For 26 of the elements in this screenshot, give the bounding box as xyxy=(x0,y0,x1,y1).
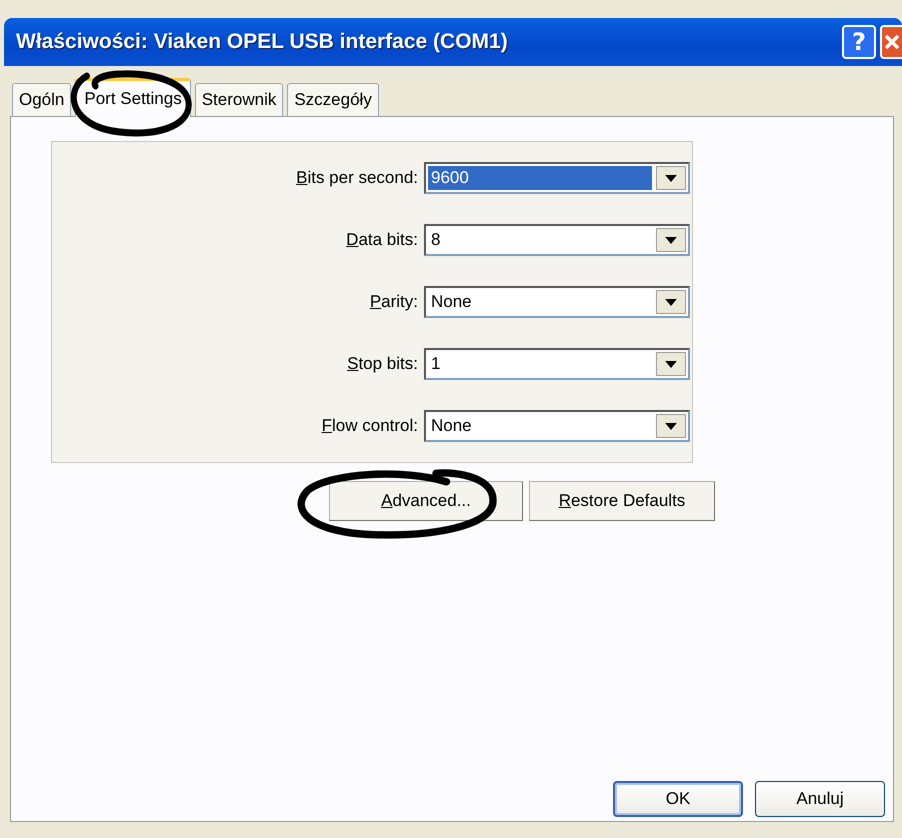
setting-label: Flow control: xyxy=(322,416,418,436)
dropdown-value: None xyxy=(430,415,473,437)
dialog-button[interactable]: Anuluj xyxy=(755,781,885,817)
help-button[interactable]: ? xyxy=(842,25,876,59)
dropdown-value: 9600 xyxy=(428,166,652,190)
setting-label: Data bits: xyxy=(346,230,418,250)
dropdown-value: None xyxy=(430,291,473,313)
page-button[interactable]: Restore Defaults xyxy=(529,481,715,521)
dropdown-value: 1 xyxy=(430,353,442,375)
dialog-button[interactable]: OK xyxy=(613,781,743,817)
setting-label: Stop bits: xyxy=(347,354,418,374)
close-icon xyxy=(882,32,902,52)
close-button[interactable] xyxy=(880,25,902,59)
page-button[interactable]: Advanced... xyxy=(329,481,523,521)
dropdown-value: 8 xyxy=(430,229,442,251)
dropdown-field[interactable]: None xyxy=(424,286,690,318)
dropdown-field[interactable]: 9600 xyxy=(424,162,690,194)
tab[interactable]: Szczegóły xyxy=(287,83,379,116)
window-title: Właściwości: Viaken OPEL USB interface (COM1) xyxy=(16,30,508,54)
dropdown-field[interactable]: 1 xyxy=(424,348,690,380)
tab[interactable]: Ogóln xyxy=(12,83,72,116)
dropdown-field[interactable]: 8 xyxy=(424,224,690,256)
tab[interactable]: Sterownik xyxy=(194,83,284,116)
setting-label: Bits per second: xyxy=(296,168,418,188)
setting-label: Parity: xyxy=(370,292,418,312)
dropdown-field[interactable]: None xyxy=(424,410,690,442)
